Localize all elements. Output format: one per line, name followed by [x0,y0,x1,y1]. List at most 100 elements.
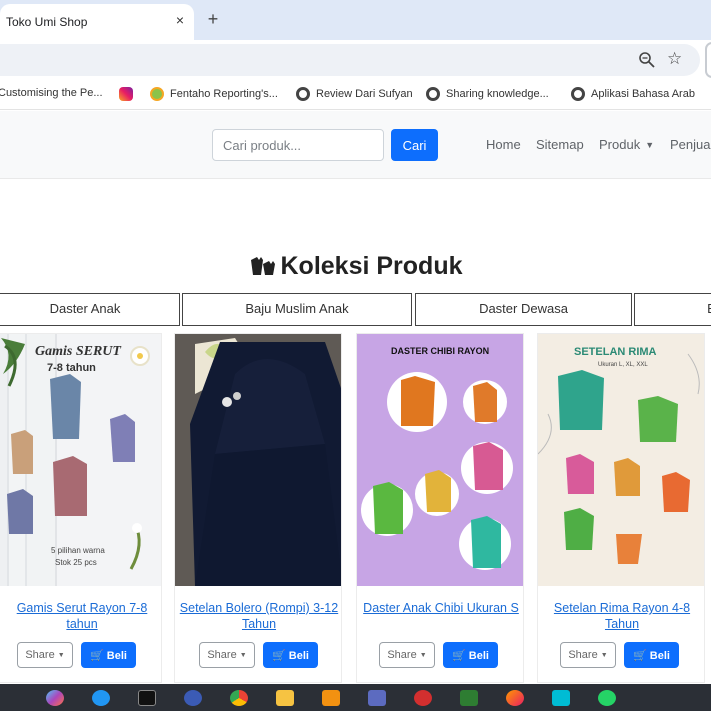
browser-toolbar: ml ☆ [0,40,711,80]
tab-title: Toko Umi Shop [6,15,88,29]
pentaho-icon [150,87,164,101]
buy-button[interactable]: 🛒 Beli [81,642,136,668]
bookmark-item[interactable]: Customising the Pe... [0,87,103,99]
buy-button[interactable]: 🛒 Beli [263,642,318,668]
zoom-icon[interactable] [638,51,656,69]
image-subheading: 7-8 tahun [47,362,96,374]
product-card: Setelan Bolero (Rompi) 3-12 Tahun Share ▼… [174,333,342,683]
lock-icon[interactable] [184,690,202,706]
buy-label: Beli [106,649,127,662]
product-image[interactable]: Gamis SERUT 7-8 tahun 5 pilihan warna St… [0,334,161,586]
instagram-icon [119,87,133,101]
image-caption: Stok 25 pcs [55,558,97,567]
product-image[interactable] [175,334,341,586]
nav-link-sitemap[interactable]: Sitemap [536,137,584,152]
browser-tab[interactable]: Toko Umi Shop × [0,4,194,40]
category-tab[interactable]: Daster Dewasa [415,293,632,326]
globe-icon [296,87,310,101]
cart-icon: 🛒 [272,649,289,662]
cart-icon: 🛒 [633,649,650,662]
buy-button[interactable]: 🛒 Beli [443,642,498,668]
chevron-down-icon: ▼ [600,652,608,659]
bookmark-star-icon[interactable]: ☆ [667,49,685,69]
bookmark-label: Fentaho Reporting's... [170,88,278,100]
product-card: DASTER CHIBI RAYON Daster Anak Chibi Uku… [356,333,524,683]
search-button[interactable]: Cari [391,129,438,161]
globe-icon [426,87,440,101]
product-title-link[interactable]: Setelan Bolero (Rompi) 3-12 Tahun [179,600,339,632]
folder-icon[interactable] [276,690,294,706]
cart-icon: 🛒 [452,649,469,662]
bookmark-item[interactable]: Sharing knowledge... [426,87,549,101]
share-button[interactable]: Share ▼ [199,642,255,668]
terminal-icon[interactable] [138,690,156,706]
buy-label: Beli [288,649,309,662]
category-tab[interactable]: Baju Muslim Anak [182,293,412,326]
chevron-down-icon: ▼ [419,652,427,659]
close-tab-icon[interactable]: × [172,12,188,30]
app-icon[interactable] [552,690,570,706]
image-heading: DASTER CHIBI RAYON [391,346,490,356]
share-label: Share [25,649,55,661]
product-image[interactable]: DASTER CHIBI RAYON [357,334,523,586]
product-image-art [357,334,523,586]
whatsapp-icon[interactable] [598,690,616,706]
profile-icon[interactable] [705,42,711,78]
firefox-icon[interactable] [506,690,524,706]
image-heading: Gamis SERUT [35,344,121,359]
bookmark-item[interactable]: Review Dari Sufyan [296,87,413,101]
page-title-text: Koleksi Produk [280,252,463,280]
cart-icon: 🛒 [90,649,107,662]
nav-link-produk[interactable]: Produk ▼ [599,137,654,152]
product-title-link[interactable]: Daster Anak Chibi Ukuran S [361,600,521,616]
share-label: Share [207,649,237,661]
product-card: Gamis SERUT 7-8 tahun 5 pilihan warna St… [0,333,162,683]
share-button[interactable]: Share ▼ [379,642,435,668]
excel-icon[interactable] [460,690,478,706]
buy-label: Beli [468,649,489,662]
bookmarks-bar: Customising the Pe... Fentaho Reporting'… [0,80,711,110]
chevron-down-icon: ▼ [239,652,247,659]
nav-link-home[interactable]: Home [486,137,521,152]
bookmark-item[interactable]: Fentaho Reporting's... [150,87,278,101]
image-caption: 5 pilihan warna [51,546,105,555]
share-button[interactable]: Share ▼ [560,642,616,668]
chevron-down-icon: ▼ [645,140,655,150]
share-button[interactable]: Share ▼ [17,642,73,668]
product-image-art [175,334,341,586]
nav-link-penjual[interactable]: Penjua [670,137,710,152]
category-tab[interactable]: Daster Anak [0,293,180,326]
chrome-icon[interactable] [230,690,248,706]
category-tab[interactable]: Ba [634,293,711,326]
instagram-bookmark[interactable] [119,87,139,101]
share-label: Share [387,649,417,661]
product-image[interactable]: SETELAN RIMA Ukuran L, XL, XXL [538,334,704,586]
product-image-art [538,334,704,586]
opera-icon[interactable] [414,690,432,706]
edge-icon[interactable] [92,690,110,706]
image-subheading: Ukuran L, XL, XXL [598,362,648,368]
new-tab-icon[interactable]: + [204,9,222,29]
search-input[interactable] [212,129,384,161]
globe-icon [571,87,585,101]
copilot-icon[interactable] [46,690,64,706]
taskbar [0,684,711,711]
page-title: Koleksi Produk [0,252,711,281]
buy-button[interactable]: 🛒 Beli [624,642,679,668]
site-navbar: Cari Home Sitemap Produk ▼ Penjua [0,111,711,179]
address-bar[interactable]: ml [0,44,700,76]
image-heading: SETELAN RIMA [574,346,657,358]
bookmark-label: Review Dari Sufyan [316,88,413,100]
browser-tab-strip: Toko Umi Shop × + [0,0,711,40]
app-icon[interactable] [368,690,386,706]
bookmark-item[interactable]: Aplikasi Bahasa Arab [571,87,695,101]
product-card: SETELAN RIMA Ukuran L, XL, XXL Setelan R… [537,333,705,683]
product-title-link[interactable]: Gamis Serut Rayon 7-8 tahun [7,600,157,632]
sublime-icon[interactable] [322,690,340,706]
product-title-link[interactable]: Setelan Rima Rayon 4-8 Tahun [542,600,702,632]
bookmark-label: Sharing knowledge... [446,88,549,100]
clothing-icon [250,257,275,275]
nav-link-label: Produk [599,137,641,152]
bookmark-label: Customising the Pe... [0,87,103,99]
buy-label: Beli [649,649,670,662]
